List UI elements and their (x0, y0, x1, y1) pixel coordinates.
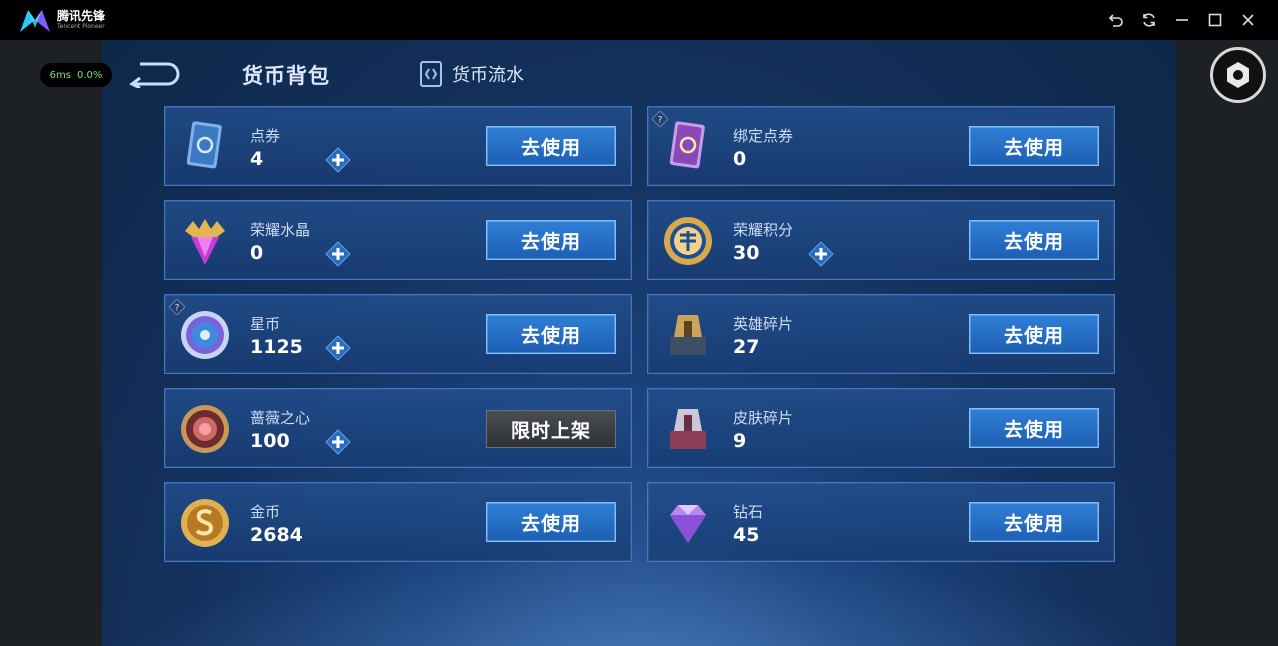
use-button[interactable]: 去使用 (486, 126, 616, 166)
add-plus-icon[interactable] (808, 241, 834, 267)
latency-value: 6ms (49, 69, 71, 81)
currency-name: 皮肤碎片 (733, 409, 794, 427)
close-icon (1242, 14, 1254, 26)
currency-name: 钻石 (733, 503, 764, 521)
undo-icon (1108, 14, 1123, 27)
currency-card-hero-fragment: 英雄碎片 27 去使用 (647, 294, 1115, 374)
currency-card-bound-voucher: ? 绑定点券 0 去使用 (647, 106, 1115, 186)
currency-name: 英雄碎片 (733, 315, 794, 333)
minimize-button[interactable] (1172, 10, 1192, 30)
tab-currency-flow[interactable]: 货币流水 (418, 59, 524, 89)
back-arrow-icon[interactable] (126, 58, 186, 88)
minimize-icon (1176, 19, 1188, 21)
diamond-icon (670, 505, 706, 543)
currency-amount: 9 (733, 430, 747, 452)
add-plus-icon[interactable] (325, 335, 351, 361)
refresh-button[interactable] (1139, 10, 1159, 30)
voucher-card-icon (186, 121, 222, 169)
currency-amount: 1125 (250, 336, 303, 358)
limited-time-button[interactable]: 限时上架 (486, 410, 616, 448)
use-button[interactable]: 去使用 (969, 408, 1099, 448)
right-margin (1176, 40, 1278, 646)
currency-bag-screen: 货币背包 货币流水 点券 4 去使用 ? 绑定点券 0 去使用 荣耀水晶 0 去… (102, 40, 1176, 646)
tab-currency-bag[interactable]: 货币背包 (242, 60, 330, 90)
currency-card-skin-fragment: 皮肤碎片 9 去使用 (647, 388, 1115, 468)
currency-amount: 0 (733, 148, 747, 170)
currency-amount: 0 (250, 242, 264, 264)
gold-coin-icon (181, 499, 229, 547)
use-button[interactable]: 去使用 (486, 502, 616, 542)
use-button[interactable]: 去使用 (969, 220, 1099, 260)
currency-amount: 30 (733, 242, 760, 264)
tab-currency-flow-label: 货币流水 (452, 65, 524, 86)
maximize-button[interactable] (1205, 10, 1225, 30)
currency-card-gold-coin: 金币 2684 去使用 (164, 482, 632, 562)
refresh-icon (1143, 13, 1155, 27)
currency-card-glory-points: 荣耀积分 30 去使用 (647, 200, 1115, 280)
currency-amount: 100 (250, 430, 290, 452)
title-bar: 腾讯先锋 Tencent Pioneer (0, 0, 1278, 40)
left-margin (0, 40, 102, 646)
app-subtitle: Tencent Pioneer (57, 23, 105, 30)
add-plus-icon[interactable] (325, 147, 351, 173)
app-logo-icon (20, 10, 50, 32)
currency-card-rose-heart: 蔷薇之心 100 限时上架 (164, 388, 632, 468)
use-button[interactable]: 去使用 (969, 126, 1099, 166)
star-coin-icon (181, 311, 229, 359)
floating-settings-button[interactable] (1210, 47, 1266, 103)
hex-gear-icon (1227, 62, 1249, 88)
currency-amount: 27 (733, 336, 760, 358)
packet-loss-value: 0.0% (76, 69, 103, 81)
currency-amount: 4 (250, 148, 264, 170)
use-button[interactable]: 去使用 (969, 502, 1099, 542)
currency-name: 点券 (250, 127, 281, 145)
hero-fragment-icon (670, 315, 706, 355)
use-button[interactable]: 去使用 (486, 314, 616, 354)
currency-name: 蔷薇之心 (250, 409, 311, 427)
currency-name: 绑定点券 (733, 127, 794, 145)
latency-indicator: 6ms 0.0% (40, 63, 112, 87)
add-plus-icon[interactable] (325, 429, 351, 455)
maximize-icon (1208, 13, 1222, 27)
currency-name: 金币 (250, 503, 281, 521)
currency-amount: 2684 (250, 524, 303, 546)
currency-amount: 45 (733, 524, 760, 546)
currency-name: 荣耀水晶 (250, 221, 311, 239)
currency-card-diamond: 钻石 45 去使用 (647, 482, 1115, 562)
skin-fragment-icon (670, 409, 706, 449)
use-button[interactable]: 去使用 (969, 314, 1099, 354)
glory-points-icon (664, 217, 712, 265)
add-plus-icon[interactable] (325, 241, 351, 267)
bound-voucher-card-icon (669, 121, 705, 169)
currency-name: 荣耀积分 (733, 221, 794, 239)
rose-heart-icon (181, 405, 229, 453)
currency-card-glory-crystal: 荣耀水晶 0 去使用 (164, 200, 632, 280)
currency-card-voucher: 点券 4 去使用 (164, 106, 632, 186)
ledger-card-icon (420, 61, 442, 87)
app-window: 腾讯先锋 Tencent Pioneer 货币背包 货币流水 点券 4 去使用 … (0, 0, 1278, 646)
app-name: 腾讯先锋 (57, 9, 106, 23)
currency-card-star-coin: ? 星币 1125 去使用 (164, 294, 632, 374)
undo-button[interactable] (1106, 10, 1126, 30)
close-button[interactable] (1238, 10, 1258, 30)
glory-crystal-icon (185, 219, 225, 265)
currency-name: 星币 (250, 315, 281, 333)
use-button[interactable]: 去使用 (486, 220, 616, 260)
